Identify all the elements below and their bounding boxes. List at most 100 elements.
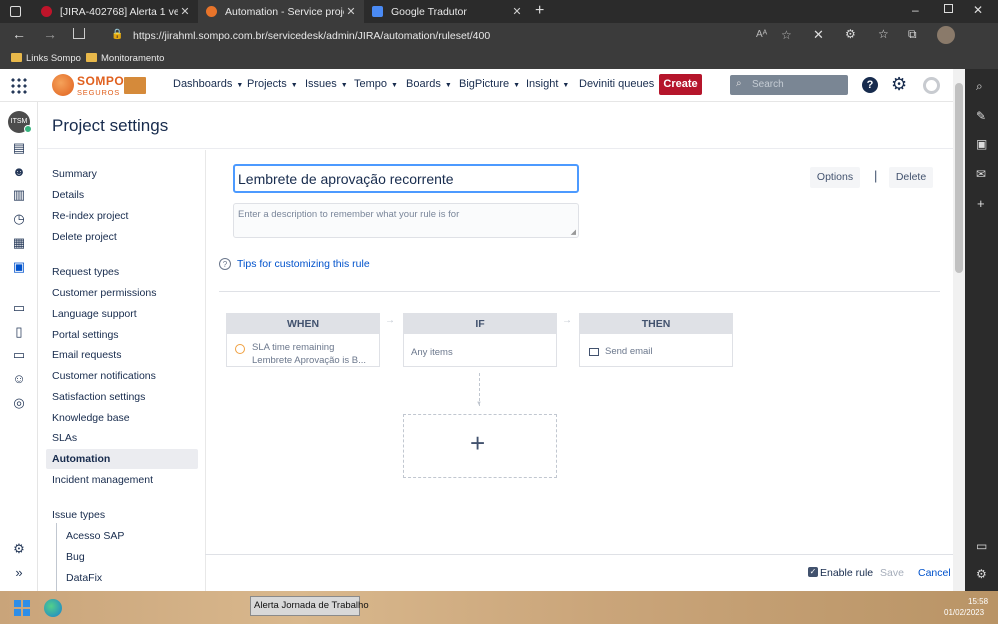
project-settings-icon[interactable]: ▣ xyxy=(11,259,27,275)
resize-handle-icon[interactable]: ◢ xyxy=(571,228,576,236)
nav-boards[interactable]: Boards ▼ xyxy=(406,78,452,90)
bookmark-monitoramento[interactable]: Monitoramento xyxy=(101,53,164,64)
portal-icon[interactable]: ▭ xyxy=(11,347,27,363)
edge-tools-icon[interactable]: ✎ xyxy=(976,109,986,123)
bookmarks-bar: Links Sompo Monitoramento xyxy=(0,49,998,69)
delete-button[interactable]: Delete xyxy=(889,167,933,188)
sidebar-item-incident-management[interactable]: Incident management xyxy=(52,474,153,486)
maximize-icon[interactable] xyxy=(944,4,953,13)
nav-tempo[interactable]: Tempo ▼ xyxy=(354,78,398,90)
tab-automation[interactable]: Automation - Service project ✕ xyxy=(198,0,364,23)
compass-icon[interactable]: ◎ xyxy=(11,395,27,411)
nav-insight[interactable]: Insight ▼ xyxy=(526,78,569,90)
nav-issues[interactable]: Issues ▼ xyxy=(305,78,348,90)
save-button[interactable]: Save xyxy=(880,567,904,579)
rule-name-input[interactable]: Lembrete de aprovação recorrente xyxy=(233,164,579,193)
sidebar-item-request-types[interactable]: Request types xyxy=(52,266,119,278)
sidebar-item-customer-notifications[interactable]: Customer notifications xyxy=(52,370,156,382)
nav-deviniti-queues[interactable]: Deviniti queues xyxy=(579,78,654,90)
bookmark-links-sompo[interactable]: Links Sompo xyxy=(26,53,81,64)
knowledge-icon[interactable]: ▦ xyxy=(11,235,27,251)
expand-sidebar-icon[interactable]: » xyxy=(11,565,27,581)
sidebar-item-issue-types[interactable]: Issue types xyxy=(52,509,105,521)
rail-settings-icon[interactable]: ⚙ xyxy=(11,541,27,557)
sidebar-item-summary[interactable]: Summary xyxy=(52,168,97,180)
then-action-card[interactable]: THEN Send email xyxy=(579,313,733,367)
sidebar-item-satisfaction-settings[interactable]: Satisfaction settings xyxy=(52,391,145,403)
url-field[interactable]: 🔒 https://jirahml.sompo.com.br/servicede… xyxy=(101,26,831,46)
forward-icon[interactable]: → xyxy=(43,26,57,42)
edge-screen-icon[interactable]: ▭ xyxy=(976,539,987,553)
user-avatar-icon[interactable] xyxy=(923,77,940,94)
tab-google-translate[interactable]: Google Tradutor ✕ xyxy=(364,0,530,23)
sidebar-item-delete-project[interactable]: Delete project xyxy=(52,231,117,243)
enable-rule-checkbox[interactable]: ✓ xyxy=(808,567,818,577)
options-button[interactable]: Options xyxy=(810,167,860,188)
sidebar-item-details[interactable]: Details xyxy=(52,189,84,201)
page-scrollbar[interactable] xyxy=(953,69,965,591)
pages-icon[interactable]: ▯ xyxy=(11,324,27,340)
taskbar-window-button[interactable]: Alerta Jornada de Trabalho xyxy=(250,596,369,616)
tips-link[interactable]: Tips for customizing this rule xyxy=(237,258,370,270)
nav-bigpicture[interactable]: BigPicture ▼ xyxy=(459,78,520,90)
tab-actions-icon[interactable] xyxy=(10,6,21,17)
create-button[interactable]: Create xyxy=(659,74,702,95)
when-trigger-card[interactable]: WHEN SLA time remaining Lembrete Aprovaç… xyxy=(226,313,380,367)
collections-icon[interactable]: ⧉ xyxy=(908,27,917,42)
back-icon[interactable]: ← xyxy=(12,26,26,42)
close-window-icon[interactable]: ✕ xyxy=(973,3,983,17)
sidebar-item-portal-settings[interactable]: Portal settings xyxy=(52,329,119,341)
search-input[interactable]: ⌕ Search xyxy=(730,75,848,95)
minimize-icon[interactable]: – xyxy=(912,3,919,17)
tab-jira-issue[interactable]: [JIRA-402768] Alerta 1 vez por di ✕ xyxy=(33,0,198,23)
edge-settings-icon[interactable]: ⚙ xyxy=(976,567,987,581)
if-condition-card[interactable]: IF Any items xyxy=(403,313,557,367)
help-circle-icon: ? xyxy=(219,258,231,270)
sidebar-issue-type[interactable]: Acesso SAP xyxy=(66,530,124,542)
raise-request-icon[interactable]: ▭ xyxy=(11,300,27,316)
add-people-icon[interactable]: ☺ xyxy=(11,371,27,387)
add-component-area[interactable]: + xyxy=(403,414,557,478)
sidebar-issue-type[interactable]: Bug xyxy=(66,551,85,563)
close-tab-icon[interactable]: ✕ xyxy=(178,5,192,18)
home-icon[interactable] xyxy=(73,28,85,39)
help-icon[interactable]: ? xyxy=(862,77,878,93)
edge-taskbar-icon[interactable] xyxy=(44,599,62,617)
edge-outlook-icon[interactable]: ✉ xyxy=(976,167,986,181)
favorite-add-icon[interactable]: ☆ xyxy=(781,28,792,42)
sidebar-issue-type[interactable]: DataFix xyxy=(66,572,102,584)
sidebar-item-reindex[interactable]: Re-index project xyxy=(52,210,128,222)
edge-search-icon[interactable]: ⌕ xyxy=(976,79,983,94)
logo-text: SOMPO xyxy=(77,74,125,88)
sidebar-item-knowledge-base[interactable]: Knowledge base xyxy=(52,412,130,424)
sla-clock-icon[interactable]: ◷ xyxy=(11,211,27,227)
nav-dashboards[interactable]: Dashboards ▼ xyxy=(173,78,243,90)
sidebar-item-customer-permissions[interactable]: Customer permissions xyxy=(52,287,156,299)
description-placeholder: Enter a description to remember what you… xyxy=(238,209,460,220)
cancel-button[interactable]: Cancel xyxy=(918,567,951,579)
read-aloud-icon[interactable]: Aᴬ xyxy=(756,29,767,40)
scrollbar-thumb[interactable] xyxy=(955,83,963,273)
extensions-icon[interactable]: ⚙ xyxy=(845,27,856,41)
windows-start-icon[interactable] xyxy=(14,600,30,616)
sidebar-item-automation[interactable]: Automation xyxy=(52,453,110,465)
sompo-logo-icon[interactable] xyxy=(52,74,74,96)
reports-icon[interactable]: ▥ xyxy=(11,187,27,203)
nav-projects[interactable]: Projects ▼ xyxy=(247,78,298,90)
profile-icon[interactable] xyxy=(937,26,955,44)
sidebar-item-email-requests[interactable]: Email requests xyxy=(52,349,121,361)
sidebar-item-slas[interactable]: SLAs xyxy=(52,432,77,444)
queues-icon[interactable]: ▤ xyxy=(11,140,27,156)
settings-gear-icon[interactable]: ⚙ xyxy=(891,74,907,94)
close-tab-icon[interactable]: ✕ xyxy=(510,5,524,18)
favorites-icon[interactable]: ☆ xyxy=(878,27,889,41)
app-switcher-icon[interactable] xyxy=(10,77,28,95)
sidebar-item-language-support[interactable]: Language support xyxy=(52,308,137,320)
rule-description-textarea[interactable]: Enter a description to remember what you… xyxy=(233,203,579,238)
new-tab-icon[interactable]: + xyxy=(535,2,544,20)
close-tab-icon[interactable]: ✕ xyxy=(344,5,358,18)
edge-add-icon[interactable]: + xyxy=(977,196,985,211)
edge-office-icon[interactable]: ▣ xyxy=(976,137,987,151)
extension-icon[interactable]: ✕ xyxy=(813,27,824,43)
customers-icon[interactable]: ☻ xyxy=(11,164,27,180)
